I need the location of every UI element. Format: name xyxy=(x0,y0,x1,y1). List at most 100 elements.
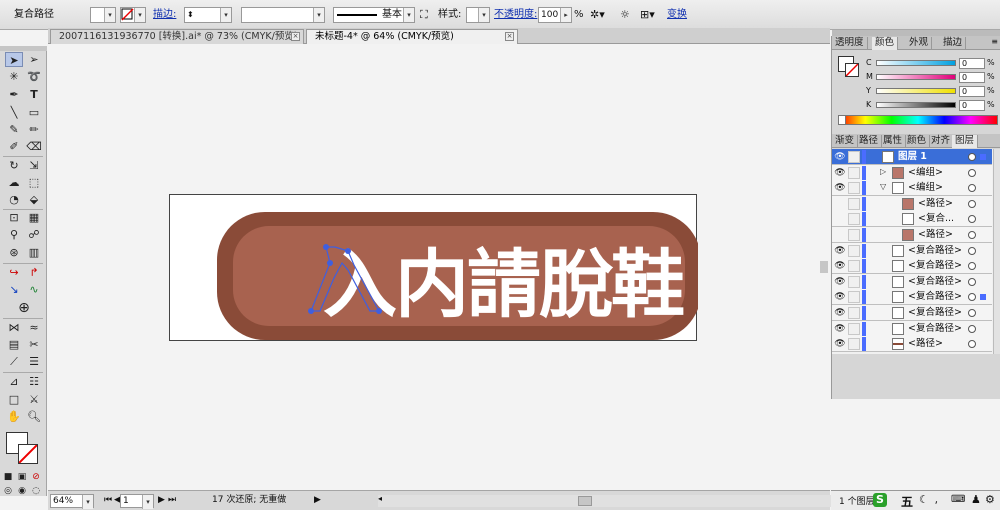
layer-name[interactable]: <编组> xyxy=(908,166,943,180)
fill-stroke-widget[interactable] xyxy=(4,432,42,466)
bars-tool-icon[interactable]: ☷ xyxy=(25,374,43,389)
zoom-tool-icon[interactable]: 🔍︎ xyxy=(25,409,43,424)
layer-name[interactable]: <复合路径> xyxy=(908,322,962,336)
crosshair-icon[interactable]: ⊕ xyxy=(15,301,33,316)
target-circle-icon[interactable] xyxy=(968,168,976,177)
layer-name[interactable]: <编组> xyxy=(908,181,943,195)
target-circle-icon[interactable] xyxy=(968,153,976,161)
tools-grip[interactable] xyxy=(0,46,47,51)
channel-value-field[interactable]: 0 xyxy=(959,86,985,97)
collapse-triangle-icon[interactable]: ▷ xyxy=(880,167,886,176)
width-tool-icon[interactable]: ⋈ xyxy=(5,320,23,335)
lasso-tool-icon[interactable]: ➰ xyxy=(25,69,43,84)
target-circle-icon[interactable] xyxy=(968,262,976,271)
curve-tool-red-icon[interactable]: ↱ xyxy=(25,265,43,280)
slice-tool-icon[interactable]: ✂ xyxy=(25,337,43,352)
visibility-eye-icon[interactable]: 👁︎ xyxy=(834,323,846,335)
tab-layers[interactable]: 图层 xyxy=(952,135,979,148)
lock-toggle[interactable] xyxy=(848,182,860,195)
layer-name[interactable]: 图层 1 xyxy=(898,150,927,164)
visibility-eye-icon[interactable]: 👁︎ xyxy=(834,182,846,194)
target-circle-icon[interactable] xyxy=(968,324,976,333)
gradient-mode-icon[interactable]: ▣ xyxy=(16,470,28,485)
sublayer-row[interactable]: 👁︎ <复合路径> xyxy=(832,305,992,321)
settings-icon[interactable]: ⚙ xyxy=(985,493,995,506)
layer-name[interactable]: <复合路径> xyxy=(908,259,962,273)
none-mode-icon[interactable]: ⊘ xyxy=(30,470,42,485)
lock-toggle[interactable] xyxy=(848,322,860,335)
ime-logo-icon[interactable]: S xyxy=(873,493,887,507)
warp-tool-icon[interactable]: ☁ xyxy=(5,175,23,190)
warp-wave-tool-icon[interactable]: ≈ xyxy=(25,320,43,335)
anchor-tool-blue-icon[interactable]: ↘ xyxy=(5,282,23,297)
tab-transparency[interactable]: 透明度 xyxy=(832,37,868,50)
lock-toggle[interactable] xyxy=(848,166,860,179)
target-circle-icon[interactable] xyxy=(968,340,976,349)
anchor-point[interactable] xyxy=(345,248,351,254)
shape-builder-tool-icon[interactable]: ◔ xyxy=(5,192,23,207)
tab-align[interactable]: 对齐 xyxy=(928,135,955,148)
channel-slider[interactable] xyxy=(876,60,956,66)
layer-name[interactable]: <复合路径> xyxy=(908,306,962,320)
visibility-eye-icon[interactable]: 👁︎ xyxy=(834,167,846,179)
stroke-weight-field[interactable]: ⬍ ▾ xyxy=(184,7,232,23)
sublayer-row[interactable]: 👁︎ ▽ <编组> xyxy=(832,180,992,197)
stroke-link[interactable]: 描边: xyxy=(153,7,176,23)
lock-toggle[interactable] xyxy=(848,197,860,210)
graphic-style-dropdown[interactable]: ▾ xyxy=(466,7,490,23)
channel-slider[interactable] xyxy=(876,88,956,94)
sublayer-row[interactable]: <路径> xyxy=(832,227,992,243)
sun-icon[interactable]: ☼ xyxy=(620,7,630,23)
lock-toggle[interactable] xyxy=(848,151,860,163)
perspective-grid-tool-icon[interactable]: ⊡ xyxy=(5,210,23,225)
rotate-tool-icon[interactable]: ↻ xyxy=(5,158,23,173)
color-spectrum[interactable] xyxy=(838,115,998,125)
tab-stroke[interactable]: 描边 xyxy=(940,37,967,50)
stepper-icon[interactable]: ⬍ xyxy=(187,8,194,22)
visibility-empty[interactable] xyxy=(834,198,846,210)
symbol-sprayer-tool-icon[interactable]: ⊛ xyxy=(5,245,23,260)
sublayer-row[interactable]: 👁︎ <复合路径> xyxy=(832,273,992,290)
artboard[interactable]: 入内請脫鞋 xyxy=(169,194,698,341)
tab-color[interactable]: 颜色 xyxy=(872,37,899,50)
target-circle-icon[interactable] xyxy=(968,199,976,208)
layer-name[interactable]: <路径> xyxy=(908,337,943,351)
target-circle-icon[interactable] xyxy=(968,215,976,224)
chart-tool-icon[interactable]: ▤ xyxy=(5,337,23,352)
page-field[interactable]: 1 ▾ xyxy=(120,494,154,509)
lock-toggle[interactable] xyxy=(848,307,860,319)
close-icon[interactable]: × xyxy=(291,32,300,41)
target-circle-icon[interactable] xyxy=(968,246,976,255)
eraser-tool-icon[interactable]: ⌫ xyxy=(25,139,43,154)
eyedropper-tool-icon[interactable]: ⚲ xyxy=(5,227,23,242)
arrange-icon[interactable]: ⛶ xyxy=(420,7,428,23)
mesh-tool-icon[interactable]: ▦ xyxy=(25,210,43,225)
visibility-eye-icon[interactable]: 👁︎ xyxy=(834,338,846,350)
recolor-artwork-icon[interactable]: ✲▾ xyxy=(590,7,605,23)
visibility-eye-icon[interactable]: 👁︎ xyxy=(834,260,846,272)
lock-toggle[interactable] xyxy=(848,260,860,273)
button-text[interactable]: 入内請脫鞋 xyxy=(323,242,686,328)
punctuation-icon[interactable]: ⸴ xyxy=(935,493,938,508)
close-icon[interactable]: × xyxy=(505,32,514,41)
moon-icon[interactable]: ☾ xyxy=(919,493,929,506)
expand-triangle-icon[interactable]: ▽ xyxy=(880,182,886,191)
lock-toggle[interactable] xyxy=(848,213,860,226)
stroke-swatch-dropdown[interactable]: ▾ xyxy=(120,7,146,23)
next-page-icon[interactable]: ▶ xyxy=(158,494,165,508)
pen-tool-red-icon[interactable]: ↪ xyxy=(5,265,23,280)
draw-behind-icon[interactable]: ◉ xyxy=(16,484,28,499)
visibility-eye-icon[interactable]: 👁︎ xyxy=(834,245,846,257)
layer-name[interactable]: <路径> xyxy=(918,228,953,242)
rectangle-tool-icon[interactable]: ▭ xyxy=(25,105,43,120)
opacity-field[interactable]: 100 ▸ xyxy=(538,7,572,23)
tab-gradient[interactable]: 渐变 xyxy=(832,135,859,148)
artboard-tool-icon[interactable]: ⊿ xyxy=(5,374,23,389)
column-graph-tool-icon[interactable]: ▥ xyxy=(25,245,43,260)
user-icon[interactable]: ♟ xyxy=(971,493,981,506)
channel-slider[interactable] xyxy=(876,74,956,80)
pencil-tool-icon[interactable]: ✏ xyxy=(25,122,43,137)
channel-value-field[interactable]: 0 xyxy=(959,100,985,111)
blend-tool-icon[interactable]: ☍ xyxy=(25,227,43,242)
scroll-left-icon[interactable]: ◂ xyxy=(378,494,382,503)
